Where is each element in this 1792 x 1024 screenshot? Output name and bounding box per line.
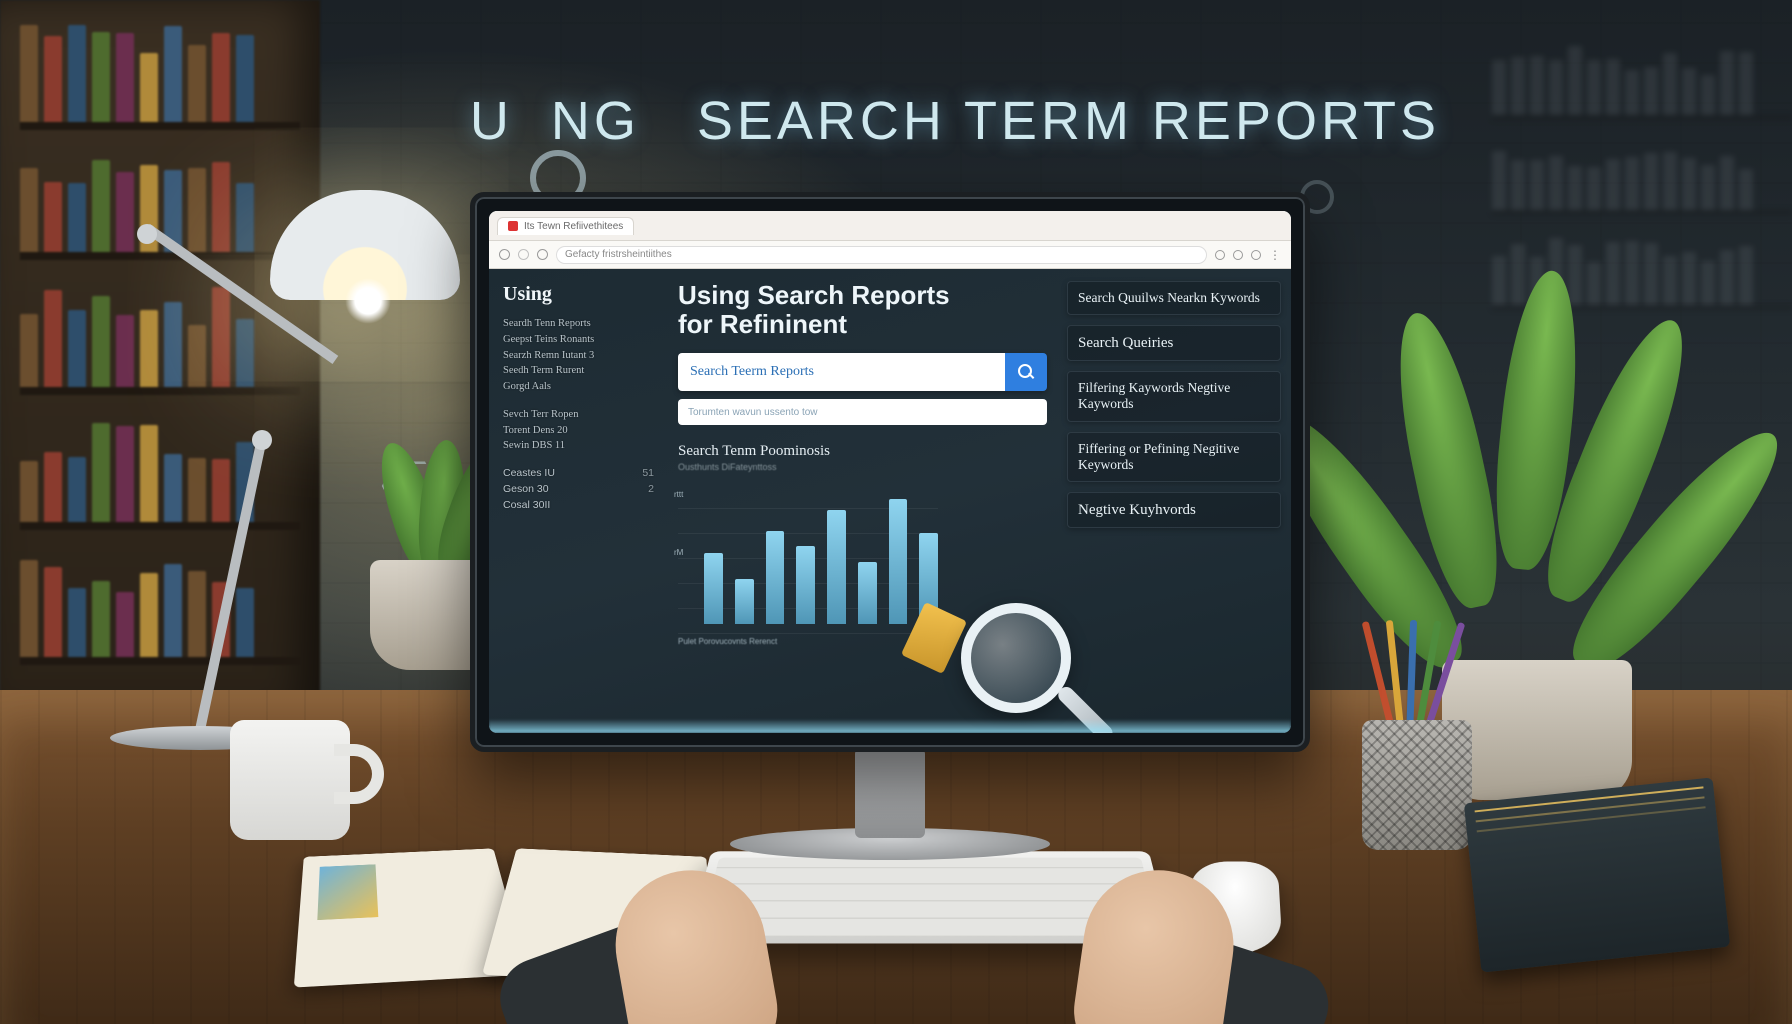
chart-ylabel: rttt [674, 490, 683, 499]
chart-bar [796, 546, 815, 624]
sidebar-stat-row: Cosal 30II [503, 498, 654, 514]
sidebar-item[interactable]: Torent Dens 20 [503, 423, 654, 439]
sidebar-stat-row: Ceastes IU 51 [503, 466, 654, 482]
reload-icon[interactable] [537, 249, 548, 260]
sub-search-bar [678, 399, 1047, 425]
sidebar-item[interactable]: Searzh Remn Iutant 3 [503, 348, 654, 364]
sidebar-item[interactable]: Sevch Terr Ropen [503, 407, 654, 423]
topic-card[interactable]: Negtive Kuyhvords [1067, 492, 1281, 528]
large-plant [1292, 250, 1752, 810]
main-panel: Using Search Reports for Refininent [664, 269, 1061, 733]
search-button[interactable] [1005, 353, 1047, 391]
favicon-icon [508, 221, 518, 231]
section-subtext: Ousthunts DiFateynttoss [678, 462, 1047, 472]
sidebar-item[interactable]: Seardh Tenn Reports [503, 316, 654, 332]
right-column: Search Quuilws Nearkn Kywords Search Que… [1061, 269, 1291, 733]
chart-bars [704, 494, 938, 624]
topic-card[interactable]: Filfering Kaywords Negtive Kaywords [1067, 371, 1281, 421]
sidebar-group-a: Seardh Tenn Reports Geepst Teins Ronants… [503, 316, 654, 395]
monitor: Its Tewn Refiivethitees Gefacty fristrsh… [470, 192, 1310, 752]
search-input[interactable] [678, 353, 1005, 391]
background-title-line1: U NG SEARCH TERM REPORTS [470, 91, 1440, 151]
browser-tab[interactable]: Its Tewn Refiivethitees [497, 217, 634, 235]
bar-chart: rttt rM Pulet Porovucovnts Rerenct [678, 484, 938, 634]
sidebar-stats: Ceastes IU 51 Geson 30 2 Cosal 30II [503, 466, 654, 513]
topic-card[interactable]: Search Queiries [1067, 325, 1281, 361]
pencil-cup [1362, 720, 1472, 850]
toolbar-icon[interactable] [1215, 250, 1225, 260]
sub-search-input[interactable] [678, 407, 1047, 418]
browser-address-bar: Gefacty fristrsheintiithes ⋮ [489, 241, 1291, 269]
topic-card[interactable]: Search Quuilws Nearkn Kywords [1067, 281, 1281, 315]
search-icon [1018, 364, 1034, 380]
scene: U NG SEARCH TERM REPORTS FOR REFIN MENT [0, 0, 1792, 1024]
chart-bar [827, 510, 846, 624]
sidebar-item[interactable]: Seedh Term Rurent [503, 363, 654, 379]
section-heading: Search Tenm Poominosis [678, 443, 1047, 460]
page-title: Using Search Reports for Refininent [678, 281, 1047, 339]
screen-glow [489, 719, 1291, 733]
toolbar-icon[interactable] [1251, 250, 1261, 260]
sidebar-item[interactable]: Geepst Teins Ronants [503, 332, 654, 348]
back-icon[interactable] [499, 249, 510, 260]
tab-title: Its Tewn Refiivethitees [524, 221, 623, 232]
sidebar-stat-row: Geson 30 2 [503, 482, 654, 498]
sidebar-heading: Using [503, 283, 654, 306]
chart-bar [858, 562, 877, 624]
chart-ylabel: rM [674, 548, 683, 557]
sidebar-item[interactable]: Gorgd Aals [503, 379, 654, 395]
forward-icon[interactable] [518, 249, 529, 260]
chart-bar [735, 579, 754, 625]
magnifier-lens-icon [961, 603, 1071, 713]
magnifying-glass-graphic [961, 603, 1071, 713]
url-text: Gefacty fristrsheintiithes [565, 249, 672, 260]
sidebar-item[interactable]: Sewin DBS 11 [503, 438, 654, 454]
topic-card[interactable]: Fiffering or Pefining Negitive Keywords [1067, 432, 1281, 482]
monitor-stand-neck [855, 748, 925, 838]
toolbar-icon[interactable] [1233, 250, 1243, 260]
search-bar [678, 353, 1047, 391]
menu-icon[interactable]: ⋮ [1269, 248, 1281, 262]
url-input[interactable]: Gefacty fristrsheintiithes [556, 246, 1207, 264]
chart-bar [704, 553, 723, 625]
chart-bar [889, 499, 908, 624]
chart-bar [766, 531, 785, 625]
chart-footer: Pulet Porovucovnts Rerenct [678, 637, 938, 646]
sidebar: Using Seardh Tenn Reports Geepst Teins R… [489, 269, 664, 733]
sidebar-group-b: Sevch Terr Ropen Torent Dens 20 Sewin DB… [503, 407, 654, 454]
screen: Its Tewn Refiivethitees Gefacty fristrsh… [489, 211, 1291, 733]
monitor-bezel: Its Tewn Refiivethitees Gefacty fristrsh… [470, 192, 1310, 752]
browser-tabstrip: Its Tewn Refiivethitees [489, 211, 1291, 241]
closed-notebook [1464, 777, 1730, 972]
app-content: Using Seardh Tenn Reports Geepst Teins R… [489, 269, 1291, 733]
